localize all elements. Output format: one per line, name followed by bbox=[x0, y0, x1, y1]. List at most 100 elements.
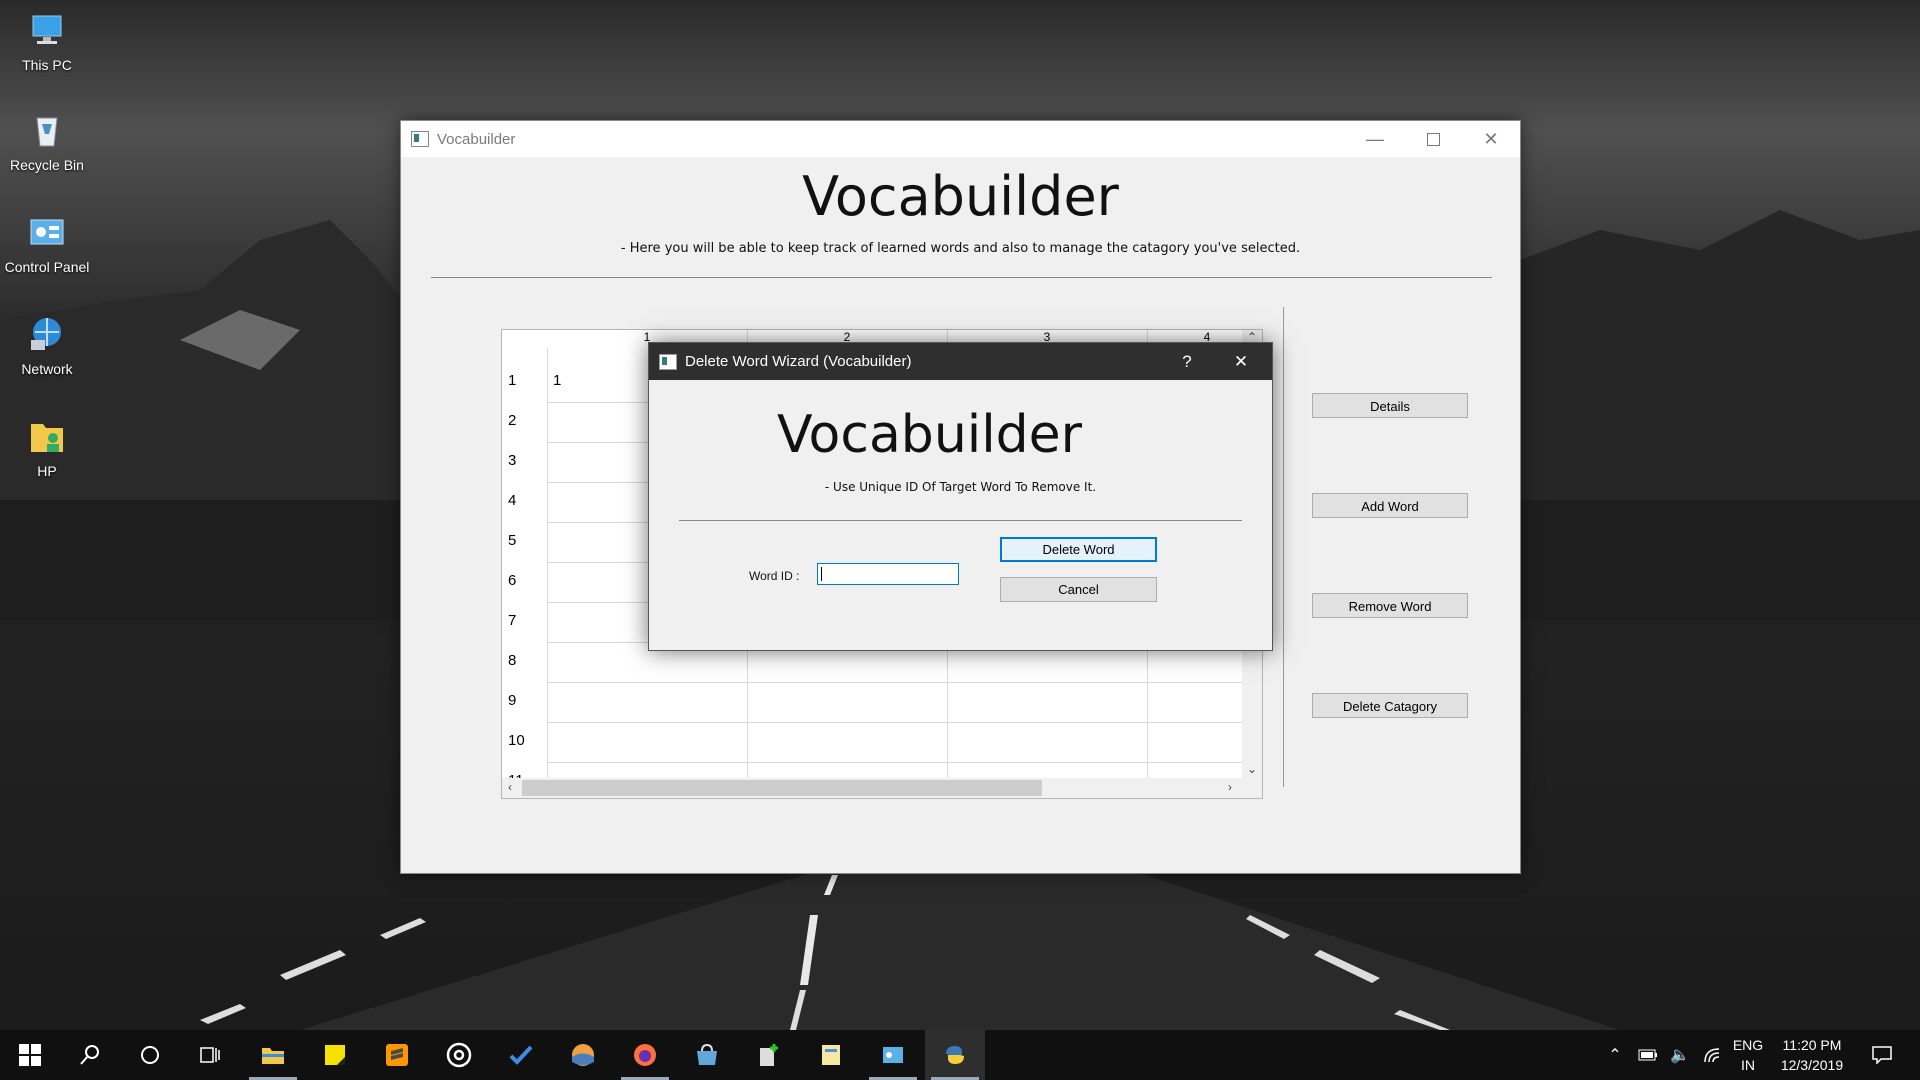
grid-line bbox=[547, 762, 1242, 763]
delete-word-dialog: Delete Word Wizard (Vocabuilder) ? ✕ Voc… bbox=[648, 342, 1273, 651]
taskbar-firefox[interactable] bbox=[615, 1030, 675, 1080]
app-heading: Vocabuilder bbox=[802, 165, 1119, 228]
grid-line bbox=[547, 722, 1242, 723]
delete-catagory-button[interactable]: Delete Catagory bbox=[1312, 693, 1468, 718]
input-language[interactable]: ENG IN bbox=[1728, 1035, 1768, 1075]
dialog-close-button[interactable]: ✕ bbox=[1216, 343, 1266, 380]
scroll-left-icon[interactable]: ‹ bbox=[508, 780, 512, 794]
taskbar-file-explorer[interactable] bbox=[243, 1030, 303, 1080]
desktop-icon-label: Control Panel bbox=[4, 259, 90, 275]
taskbar-control-panel[interactable] bbox=[863, 1030, 923, 1080]
close-button[interactable]: ✕ bbox=[1462, 121, 1520, 157]
user-folder-icon bbox=[31, 424, 63, 452]
wifi-icon bbox=[1704, 1048, 1720, 1063]
clock-time: 11:20 PM bbox=[1782, 1037, 1842, 1053]
desktop-icon-label: This PC bbox=[22, 57, 72, 73]
row-header[interactable]: 5 bbox=[502, 532, 547, 549]
windows-icon bbox=[19, 1044, 41, 1066]
dialog-titlebar[interactable]: Delete Word Wizard (Vocabuilder) ? ✕ bbox=[649, 343, 1272, 380]
desktop-icon-this-pc[interactable]: This PC bbox=[0, 10, 94, 73]
maximize-button[interactable] bbox=[1404, 121, 1462, 157]
battery-button[interactable] bbox=[1632, 1030, 1664, 1080]
firefox-icon bbox=[634, 1044, 656, 1066]
language-label: ENG bbox=[1732, 1037, 1764, 1053]
cancel-button[interactable]: Cancel bbox=[1000, 577, 1157, 602]
cortana-icon bbox=[141, 1046, 159, 1064]
desktop-icon-recycle-bin[interactable]: Recycle Bin bbox=[0, 110, 94, 173]
volume-button[interactable]: 🔈 bbox=[1664, 1030, 1696, 1080]
search-icon bbox=[80, 1045, 99, 1065]
scrollbar-thumb[interactable] bbox=[522, 780, 1042, 796]
desktop-icon-label: Network bbox=[21, 361, 73, 377]
cortana-button[interactable] bbox=[120, 1030, 180, 1080]
desktop-icon-network[interactable]: Network bbox=[0, 314, 94, 377]
grid-line bbox=[547, 682, 1242, 683]
clock[interactable]: 11:20 PM 12/3/2019 bbox=[1772, 1035, 1852, 1075]
taskbar: ⌃ 🔈 ENG IN 11:20 PM 12/3/2019 bbox=[0, 1030, 1920, 1080]
taskbar-python[interactable] bbox=[925, 1030, 985, 1080]
app-subtitle: - Here you will be able to keep track of… bbox=[620, 241, 1301, 256]
desktop-icon-control-panel[interactable]: Control Panel bbox=[0, 212, 94, 275]
sublime-text-icon bbox=[386, 1044, 408, 1066]
close-icon: ✕ bbox=[1233, 351, 1249, 371]
window-titlebar[interactable]: Vocabuilder — ✕ bbox=[401, 121, 1520, 157]
action-center-button[interactable] bbox=[1862, 1030, 1902, 1080]
horizontal-scrollbar[interactable]: ‹ › bbox=[502, 778, 1262, 798]
store-icon bbox=[697, 1043, 717, 1065]
row-header[interactable]: 9 bbox=[502, 692, 547, 709]
app-icon bbox=[411, 131, 429, 147]
task-view-button[interactable] bbox=[180, 1030, 240, 1080]
network-button[interactable] bbox=[1696, 1030, 1728, 1080]
delete-word-button[interactable]: Delete Word bbox=[1000, 537, 1157, 562]
minimize-button[interactable]: — bbox=[1346, 121, 1404, 157]
taskbar-todo[interactable] bbox=[491, 1030, 551, 1080]
window-title: Vocabuilder bbox=[437, 130, 516, 148]
speaker-icon: 🔈 bbox=[1670, 1047, 1690, 1064]
row-header[interactable]: 4 bbox=[502, 492, 547, 509]
taskbar-sticky-notes[interactable] bbox=[305, 1030, 365, 1080]
dialog-title: Delete Word Wizard (Vocabuilder) bbox=[685, 353, 912, 370]
desktop-icon-label: HP bbox=[37, 463, 57, 479]
taskbar-sublime-text[interactable] bbox=[367, 1030, 427, 1080]
desktop-icon-hp[interactable]: HP bbox=[0, 416, 94, 479]
row-header[interactable]: 8 bbox=[502, 652, 547, 669]
row-header[interactable]: 2 bbox=[502, 412, 547, 429]
scroll-right-icon[interactable]: › bbox=[1228, 780, 1232, 794]
minimize-icon: — bbox=[1366, 128, 1384, 149]
groove-music-icon bbox=[446, 1042, 472, 1068]
word-id-input[interactable] bbox=[817, 563, 959, 585]
task-view-icon bbox=[200, 1047, 220, 1063]
show-hidden-icons-button[interactable]: ⌃ bbox=[1600, 1030, 1630, 1080]
row-header[interactable]: 6 bbox=[502, 572, 547, 589]
row-header[interactable]: 1 bbox=[502, 372, 547, 389]
taskbar-groove[interactable] bbox=[429, 1030, 489, 1080]
weather-icon bbox=[572, 1044, 594, 1066]
add-word-button[interactable]: Add Word bbox=[1312, 493, 1468, 518]
clock-date: 12/3/2019 bbox=[1780, 1057, 1844, 1073]
desktop-icon-label: Recycle Bin bbox=[10, 157, 84, 173]
close-icon: ✕ bbox=[1483, 128, 1499, 149]
chevron-up-icon: ⌃ bbox=[1608, 1047, 1622, 1064]
search-button[interactable] bbox=[60, 1030, 120, 1080]
table-cell[interactable]: 1 bbox=[553, 372, 561, 389]
scroll-down-icon[interactable]: ⌄ bbox=[1247, 762, 1257, 776]
app-icon bbox=[659, 353, 677, 370]
row-header[interactable]: 10 bbox=[502, 732, 547, 749]
taskbar-notepad-plus[interactable] bbox=[739, 1030, 799, 1080]
start-button[interactable] bbox=[0, 1030, 60, 1080]
maximize-icon bbox=[1426, 132, 1440, 146]
row-header[interactable]: 7 bbox=[502, 612, 547, 629]
taskbar-weather[interactable] bbox=[553, 1030, 613, 1080]
text-caret bbox=[821, 567, 822, 581]
taskbar-store[interactable] bbox=[677, 1030, 737, 1080]
todo-icon bbox=[509, 1045, 533, 1065]
taskbar-folder[interactable] bbox=[801, 1030, 861, 1080]
details-button[interactable]: Details bbox=[1312, 393, 1468, 418]
control-panel-icon bbox=[883, 1047, 903, 1063]
control-panel-icon bbox=[30, 219, 64, 245]
python-icon bbox=[946, 1046, 964, 1064]
dialog-heading: Vocabuilder bbox=[777, 405, 1083, 465]
row-header[interactable]: 3 bbox=[502, 452, 547, 469]
help-button[interactable]: ? bbox=[1162, 343, 1212, 380]
remove-word-button[interactable]: Remove Word bbox=[1312, 593, 1468, 618]
